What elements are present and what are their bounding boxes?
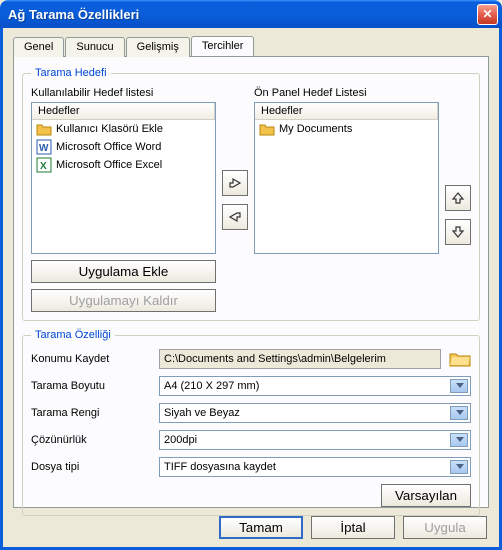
folder-icon: [259, 121, 275, 137]
scan-color-value: Siyah ve Beyaz: [164, 407, 240, 419]
move-buttons: [222, 87, 248, 312]
arrow-down-icon: [451, 225, 465, 239]
list-item-label: Kullanıcı Klasörü Ekle: [56, 123, 163, 135]
move-left-button[interactable]: [222, 204, 248, 230]
available-list-label: Kullanılabilir Hedef listesi: [31, 87, 216, 99]
dialog-footer: Tamam İptal Uygula: [219, 516, 487, 539]
scan-color-select[interactable]: Siyah ve Beyaz: [159, 403, 471, 423]
available-list[interactable]: Hedefler Kullanıcı Klasörü Ekle W Micros: [31, 102, 216, 254]
tab-strip: Genel Sunucu Gelişmiş Tercihler: [13, 36, 489, 56]
panel-list[interactable]: Hedefler My Documents: [254, 102, 439, 254]
scan-size-select[interactable]: A4 (210 X 297 mm): [159, 376, 471, 396]
group-tarama-ozelligi-legend: Tarama Özelliği: [31, 329, 115, 341]
resolution-value: 200dpi: [164, 434, 197, 446]
reorder-buttons: [445, 87, 471, 312]
defaults-button[interactable]: Varsayılan: [381, 484, 471, 507]
tab-sunucu[interactable]: Sunucu: [65, 37, 124, 57]
move-down-button[interactable]: [445, 219, 471, 245]
add-app-button[interactable]: Uygulama Ekle: [31, 260, 216, 283]
dialog-body: Genel Sunucu Gelişmiş Tercihler Tarama H…: [0, 28, 502, 550]
close-button[interactable]: ✕: [477, 4, 498, 25]
filetype-value: TIFF dosyasına kaydet: [164, 461, 276, 473]
ok-button[interactable]: Tamam: [219, 516, 303, 539]
excel-icon: X: [36, 157, 52, 173]
scan-size-label: Tarama Boyutu: [31, 380, 151, 392]
svg-text:X: X: [40, 161, 47, 172]
folder-icon: [36, 121, 52, 137]
browse-folder-button[interactable]: [449, 350, 471, 368]
list-item[interactable]: My Documents: [255, 120, 438, 138]
tab-gelismis[interactable]: Gelişmiş: [126, 37, 190, 57]
save-location-label: Konumu Kaydet: [31, 353, 151, 365]
resolution-label: Çözünürlük: [31, 434, 151, 446]
chevron-down-icon: [456, 383, 464, 388]
tab-genel[interactable]: Genel: [13, 37, 64, 57]
list-item-label: Microsoft Office Excel: [56, 159, 162, 171]
available-list-header[interactable]: Hedefler: [32, 103, 215, 120]
folder-open-icon: [449, 350, 471, 368]
remove-app-button: Uygulamayı Kaldır: [31, 289, 216, 312]
list-item-label: My Documents: [279, 123, 352, 135]
panel-list-header[interactable]: Hedefler: [255, 103, 438, 120]
move-right-button[interactable]: [222, 170, 248, 196]
scan-color-label: Tarama Rengi: [31, 407, 151, 419]
list-item-label: Microsoft Office Word: [56, 141, 161, 153]
list-item[interactable]: Kullanıcı Klasörü Ekle: [32, 120, 215, 138]
group-tarama-hedefi-legend: Tarama Hedefi: [31, 67, 111, 79]
filetype-select[interactable]: TIFF dosyasına kaydet: [159, 457, 471, 477]
arrow-right-icon: [228, 176, 242, 190]
chevron-down-icon: [456, 437, 464, 442]
tab-tercihler[interactable]: Tercihler: [191, 36, 255, 56]
group-tarama-ozelligi: Tarama Özelliği Konumu Kaydet C:\Documen…: [22, 329, 480, 516]
window-title: Ağ Tarama Özellikleri: [8, 7, 477, 22]
move-up-button[interactable]: [445, 185, 471, 211]
list-item[interactable]: W Microsoft Office Word: [32, 138, 215, 156]
arrow-up-icon: [451, 191, 465, 205]
save-location-field: C:\Documents and Settings\admin\Belgeler…: [159, 349, 441, 369]
filetype-label: Dosya tipi: [31, 461, 151, 473]
chevron-down-icon: [456, 410, 464, 415]
chevron-down-icon: [456, 464, 464, 469]
close-icon: ✕: [482, 7, 492, 21]
group-tarama-hedefi: Tarama Hedefi Kullanılabilir Hedef liste…: [22, 67, 480, 321]
word-icon: W: [36, 139, 52, 155]
cancel-button[interactable]: İptal: [311, 516, 395, 539]
titlebar: Ağ Tarama Özellikleri ✕: [0, 0, 502, 28]
apply-button: Uygula: [403, 516, 487, 539]
resolution-select[interactable]: 200dpi: [159, 430, 471, 450]
svg-text:W: W: [39, 143, 49, 154]
panel-list-label: Ön Panel Hedef Listesi: [254, 87, 439, 99]
scan-size-value: A4 (210 X 297 mm): [164, 380, 259, 392]
list-item[interactable]: X Microsoft Office Excel: [32, 156, 215, 174]
arrow-left-icon: [228, 210, 242, 224]
tab-pane-tercihler: Tarama Hedefi Kullanılabilir Hedef liste…: [13, 56, 489, 508]
